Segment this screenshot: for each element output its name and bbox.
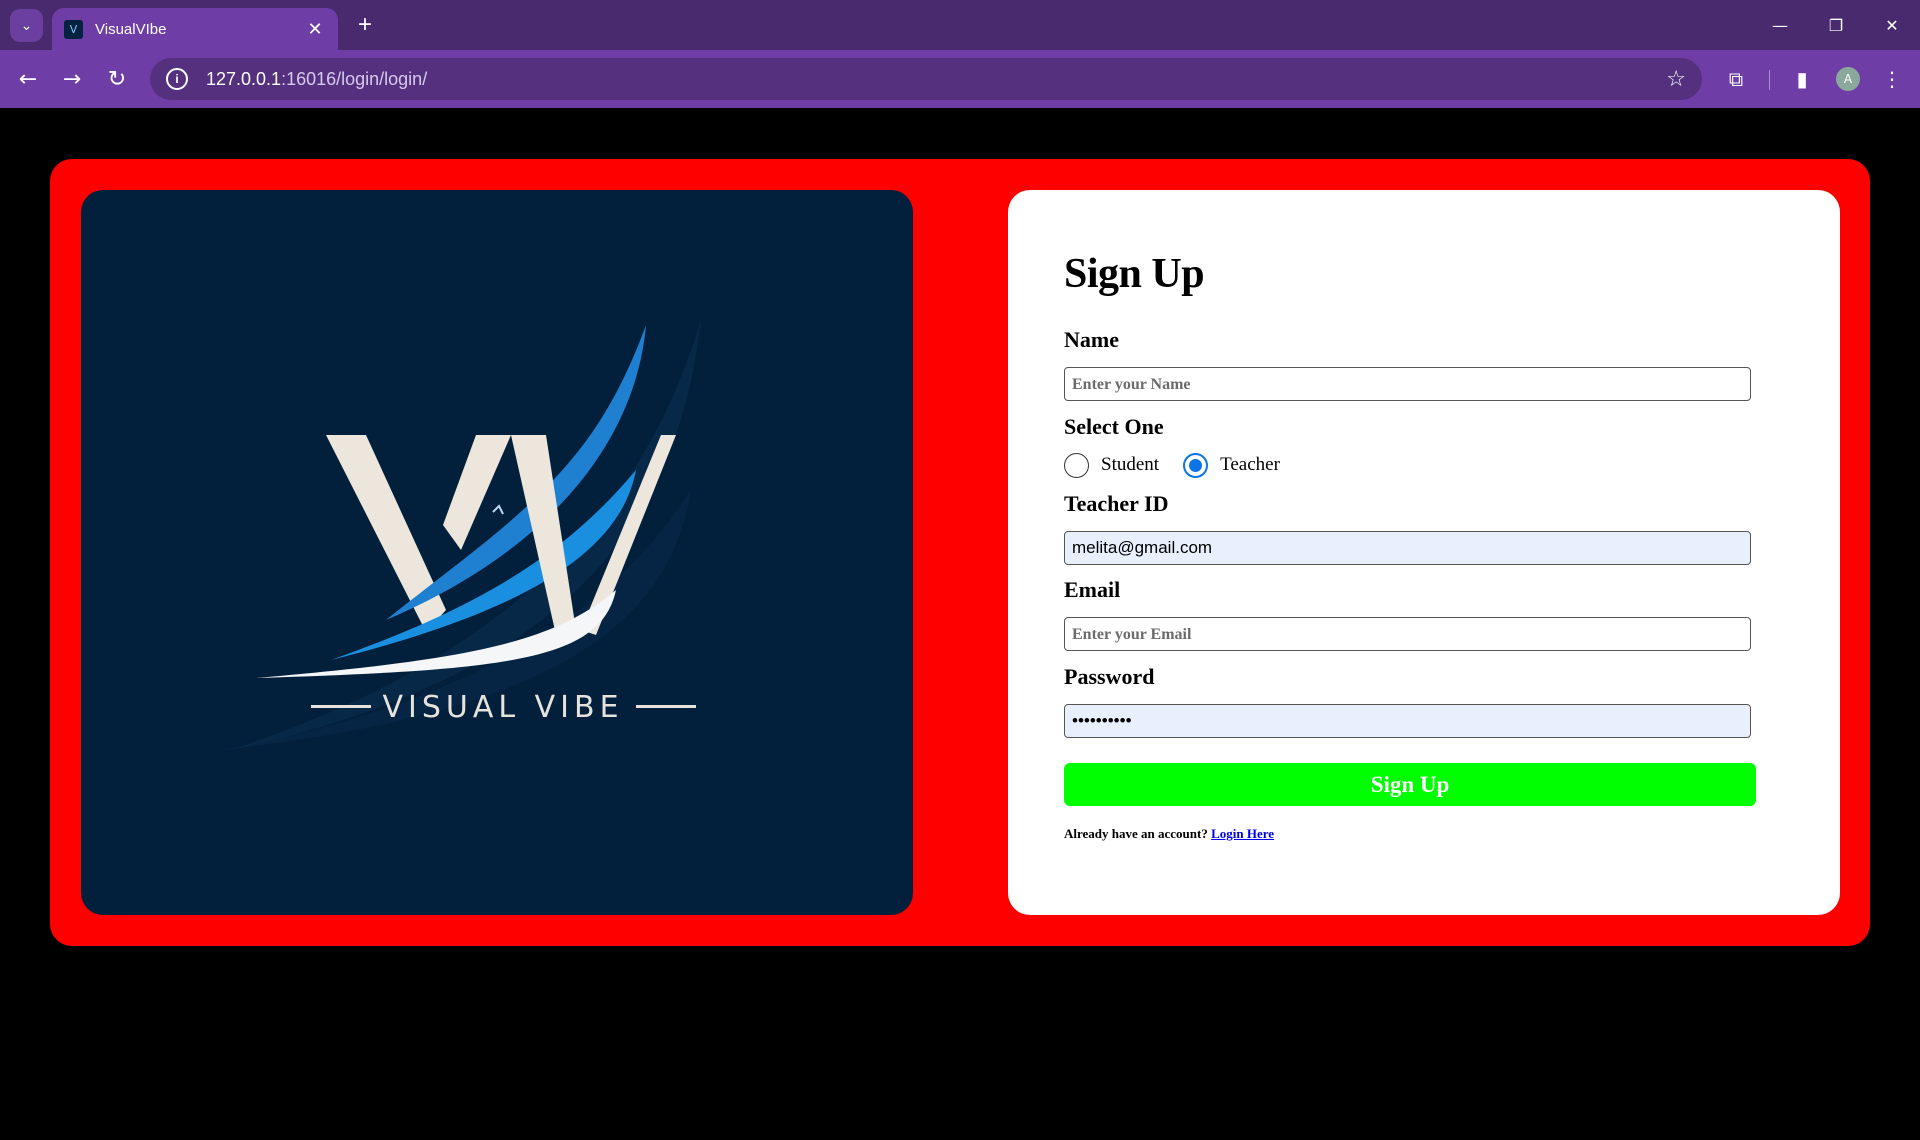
restore-button[interactable]: ❐ [1808, 0, 1864, 50]
plus-icon: + [357, 11, 372, 38]
student-radio[interactable] [1064, 452, 1089, 478]
reload-button[interactable]: ↻ [101, 63, 133, 95]
url-text[interactable]: 127.0.0.1:16016/login/login/ [206, 69, 1666, 90]
login-prompt: Already have an account? Login Here [1064, 826, 1274, 842]
password-label: Password [1064, 664, 1155, 689]
login-prompt-text: Already have an account? [1064, 826, 1208, 841]
teacher-id-label: Teacher ID [1064, 491, 1169, 516]
password-input[interactable] [1064, 704, 1751, 738]
page-title: Sign Up [1064, 251, 1205, 297]
avatar: A [1836, 67, 1860, 91]
select-one-label: Select One [1064, 414, 1164, 439]
teacher-radio-label[interactable]: Teacher [1220, 454, 1280, 476]
sign-up-button[interactable]: Sign Up [1064, 763, 1756, 806]
browser-tab-strip: ⌄ V VisualVIbe ✕ + — ❐ ✕ [0, 0, 1920, 50]
url-host: 127.0.0.1 [206, 68, 282, 89]
forward-icon: → [62, 66, 82, 92]
role-radio-group: Student Teacher [1064, 451, 1304, 479]
student-radio-label[interactable]: Student [1101, 454, 1159, 476]
back-icon: ← [18, 66, 38, 92]
close-window-icon: ✕ [1885, 15, 1899, 35]
brand-text: VISUAL VIBE [382, 690, 623, 725]
extensions-icon[interactable]: ⧉ [1720, 63, 1752, 95]
reload-icon: ↻ [107, 66, 127, 92]
site-info-icon[interactable]: i [166, 68, 188, 90]
signup-form-panel: Sign Up Name Select One Student Teacher … [1008, 190, 1840, 915]
close-icon[interactable]: ✕ [304, 19, 326, 40]
window-controls: — ❐ ✕ [1752, 0, 1920, 50]
visual-vibe-logo: VISUAL VIBE [221, 320, 701, 750]
profile-button[interactable]: A [1832, 63, 1864, 95]
menu-icon[interactable]: ⋮ [1876, 63, 1908, 95]
tab-title: VisualVIbe [95, 20, 167, 38]
tab-search-button[interactable]: ⌄ [10, 9, 43, 42]
forward-button[interactable]: → [56, 63, 88, 95]
teacher-radio[interactable] [1183, 452, 1209, 478]
minimize-button[interactable]: — [1752, 0, 1808, 50]
teacher-id-input[interactable] [1064, 531, 1751, 565]
star-icon[interactable]: ☆ [1666, 67, 1686, 92]
address-bar[interactable]: i 127.0.0.1:16016/login/login/ ☆ [150, 58, 1702, 100]
minimize-icon: — [1772, 15, 1788, 35]
site-favicon: V [64, 19, 83, 39]
login-link[interactable]: Login Here [1211, 826, 1274, 841]
email-label: Email [1064, 577, 1121, 602]
side-panel-icon[interactable]: ▮ [1786, 63, 1818, 95]
logo-panel: VISUAL VIBE [81, 190, 913, 915]
url-path: :16016/login/login/ [281, 68, 428, 89]
restore-icon: ❐ [1828, 15, 1844, 35]
browser-toolbar: ← → ↻ i 127.0.0.1:16016/login/login/ ☆ ⧉… [0, 50, 1920, 108]
back-button[interactable]: ← [12, 63, 44, 95]
chevron-down-icon: ⌄ [20, 17, 33, 33]
browser-tab[interactable]: V VisualVIbe ✕ [52, 8, 338, 50]
email-input[interactable] [1064, 617, 1751, 651]
close-window-button[interactable]: ✕ [1864, 0, 1920, 50]
name-label: Name [1064, 327, 1119, 352]
name-input[interactable] [1064, 367, 1751, 401]
toolbar-divider [1769, 70, 1770, 90]
new-tab-button[interactable]: + [352, 12, 378, 38]
